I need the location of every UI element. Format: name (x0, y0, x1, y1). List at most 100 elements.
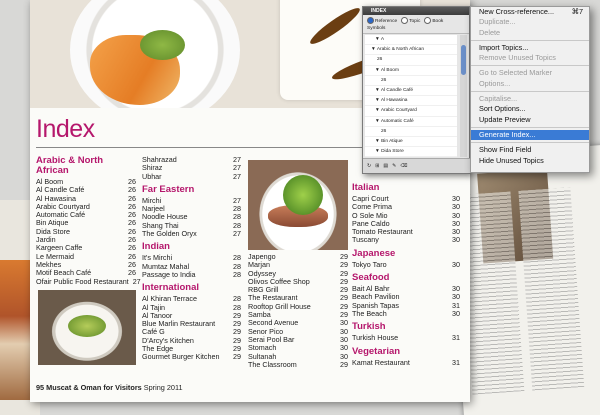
garnish-image (140, 30, 185, 60)
entry-page: 31 (452, 333, 460, 343)
entry-name: Ofair Public Food Restaurant (36, 276, 129, 286)
menu-item-label: Generate Index... (479, 129, 536, 139)
menu-item[interactable]: New Cross-reference... ⌘7 (471, 7, 589, 17)
index-entry: Turkish House 31 (352, 333, 460, 343)
tree-item[interactable]: 26 (365, 127, 457, 137)
entry-name: The Beach (352, 308, 387, 318)
entry-page: 31 (452, 357, 460, 367)
tree-item[interactable]: ▼ Automatic Café (365, 117, 457, 127)
index-entry: Ubhar 27 (142, 171, 241, 181)
entry-page: 30 (452, 259, 460, 269)
index-entry: Tokyo Taro 30 (352, 259, 460, 269)
tab-topic[interactable]: Topic (401, 16, 421, 24)
tree-item[interactable]: ▼ Bin Atique (365, 137, 457, 148)
section-heading: Vegetarian (352, 345, 401, 357)
index-column: Japengo 29 Marjan 29 Odyssey 29 Olivos Coffee … (248, 252, 348, 369)
entry-page: 27 (132, 276, 141, 286)
symbols-row[interactable]: Symbols (363, 25, 469, 34)
panel-button[interactable]: ▤ (383, 163, 388, 169)
menu-item-label: Import Topics... (479, 42, 529, 52)
menu-shortcut: ⌘7 (571, 7, 583, 16)
entry-name: Kamat Restaurant (352, 357, 410, 367)
entry-page: 27 (233, 171, 241, 181)
tab-book[interactable]: Book (424, 16, 444, 24)
tree-item[interactable]: ▼ Al Hawasina (365, 96, 457, 107)
page-number: 95 (36, 383, 45, 392)
menu-item-label: Options... (479, 78, 511, 88)
panel-tabs: Reference Topic Book (363, 15, 469, 25)
tab-label: Reference (375, 18, 398, 24)
index-panel[interactable]: INDEX Reference Topic Book Symbols ▼ A ▼ … (362, 6, 473, 174)
index-entry: Ofair Public Food Restaurant 27 (36, 276, 141, 286)
entry-name: Gourmet Burger Kitchen (142, 352, 220, 362)
section-heading: Turkish (352, 321, 386, 333)
menu-item: Delete (471, 28, 589, 38)
menu-item[interactable]: Show Find Field (471, 145, 589, 155)
scroll-thumb[interactable] (461, 45, 466, 75)
section-heading: Japanese (352, 247, 396, 259)
panel-context-menu: New Cross-reference... ⌘7 Duplicate... Dele… (470, 6, 590, 173)
menu-item[interactable]: Hide Unused Topics (471, 156, 589, 166)
menu-item: Capitalise... (471, 94, 589, 104)
entry-name: Turkish House (352, 333, 399, 343)
menu-item[interactable]: Sort Options... (471, 104, 589, 114)
index-column: Shahrazad 27 Shiraz 27 Ubhar 27 Far Eastern Mir… (142, 155, 241, 362)
menu-item-label: Show Find Field (479, 145, 532, 155)
menu-item-label: Go to Selected Marker (479, 68, 553, 78)
tree-item[interactable]: ▼ Arabic & North African (365, 45, 457, 56)
menu-item-label: Update Preview (479, 114, 531, 124)
food-photo (38, 290, 136, 365)
tab-label: Book (432, 18, 444, 24)
entry-page: 29 (340, 359, 348, 369)
menu-item[interactable]: Generate Index... (471, 129, 589, 141)
radio-icon (367, 16, 374, 24)
entry-name: The Golden Oryx (142, 229, 197, 239)
menu-item-label: Delete (479, 27, 501, 37)
panel-button[interactable]: ↻ (367, 163, 371, 169)
panel-button[interactable]: ✎ (392, 163, 396, 169)
index-entry: The Beach 30 (352, 308, 460, 318)
garnish-image (68, 315, 106, 337)
page-footer: 95 Muscat & Oman for Visitors Spring 201… (36, 383, 183, 392)
section-heading: Seafood (352, 272, 390, 284)
tree-item[interactable]: ▼ Arabic Courtyard (365, 106, 457, 117)
stage: Index Arabic & North African Al Boom 26 Al … (0, 0, 600, 415)
panel-scrollbar[interactable] (460, 35, 467, 157)
menu-item: Options... (471, 79, 589, 89)
menu-item: Remove Unused Topics (471, 53, 589, 63)
tab-reference[interactable]: Reference (367, 16, 398, 24)
entry-name: Ubhar (142, 171, 162, 181)
menu-separator (471, 65, 589, 67)
tree-item[interactable]: ▼ A (365, 35, 457, 46)
index-entry: Passage to India 28 (142, 269, 241, 279)
entry-page: 27 (233, 229, 241, 239)
menu-item-label: Remove Unused Topics (479, 53, 556, 63)
panel-button[interactable]: ⌫ (400, 163, 407, 169)
menu-item: Go to Selected Marker (471, 68, 589, 78)
entry-page: 30 (452, 308, 460, 318)
panel-title[interactable]: INDEX (363, 7, 469, 15)
section-heading: Far Eastern (142, 183, 195, 195)
entry-page: 29 (233, 352, 241, 362)
menu-item: Duplicate... (471, 17, 589, 27)
menu-item[interactable]: Import Topics... (471, 43, 589, 53)
tree-item[interactable]: 26 (365, 55, 457, 66)
index-entry: The Classroom 29 (248, 359, 348, 369)
section-heading: Italian (352, 182, 380, 193)
tree-item[interactable]: ▼ Al Candle Café (365, 86, 457, 97)
topic-tree[interactable]: ▼ A ▼ Arabic & North African 26 ▼ Al Boom 26… (365, 35, 457, 157)
entry-name: Tokyo Taro (352, 259, 387, 269)
panel-button[interactable]: ⊞ (375, 163, 379, 169)
entry-page: 28 (233, 269, 241, 279)
entry-name: The Classroom (248, 359, 297, 369)
menu-item[interactable]: Update Preview (471, 115, 589, 125)
tab-label: Topic (409, 18, 421, 24)
index-column: Arabic & North African Al Boom 26 Al Candle… (36, 156, 141, 286)
tree-item[interactable]: ▼ Al Boom (365, 66, 457, 76)
tree-item[interactable]: 26 (365, 76, 457, 86)
entry-name: Tuscany (352, 235, 379, 245)
checkbox-icon (424, 16, 432, 24)
menu-separator (471, 39, 589, 41)
tree-item[interactable]: ▼ Dida Store (365, 147, 457, 157)
menu-item-label: New Cross-reference... (479, 7, 555, 16)
